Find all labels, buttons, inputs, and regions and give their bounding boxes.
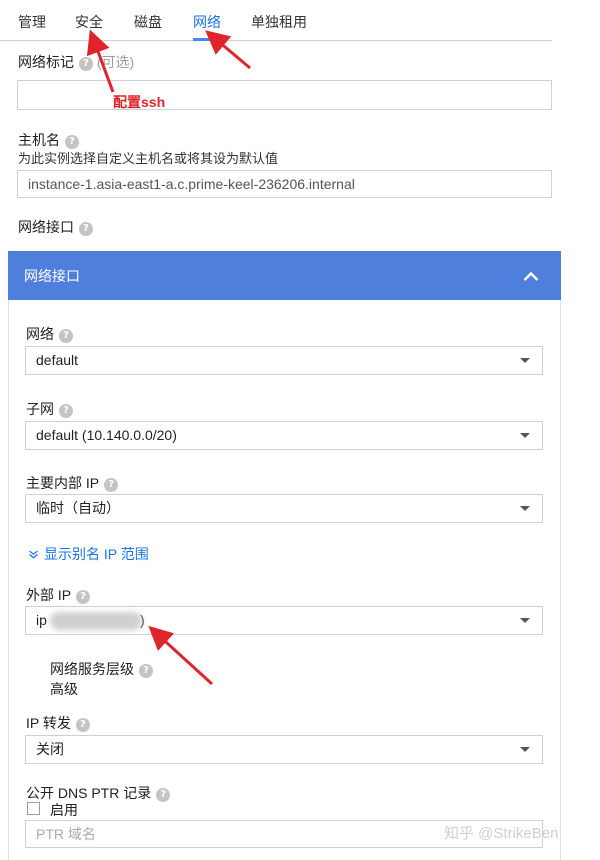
arrow-to-network-tab	[205, 30, 251, 70]
arrow-to-security-tab	[86, 29, 115, 93]
arrow-to-external-ip	[148, 625, 214, 686]
watermark-text: 知乎 @StrikeBen	[444, 825, 559, 842]
annotation-arrows	[86, 29, 251, 686]
